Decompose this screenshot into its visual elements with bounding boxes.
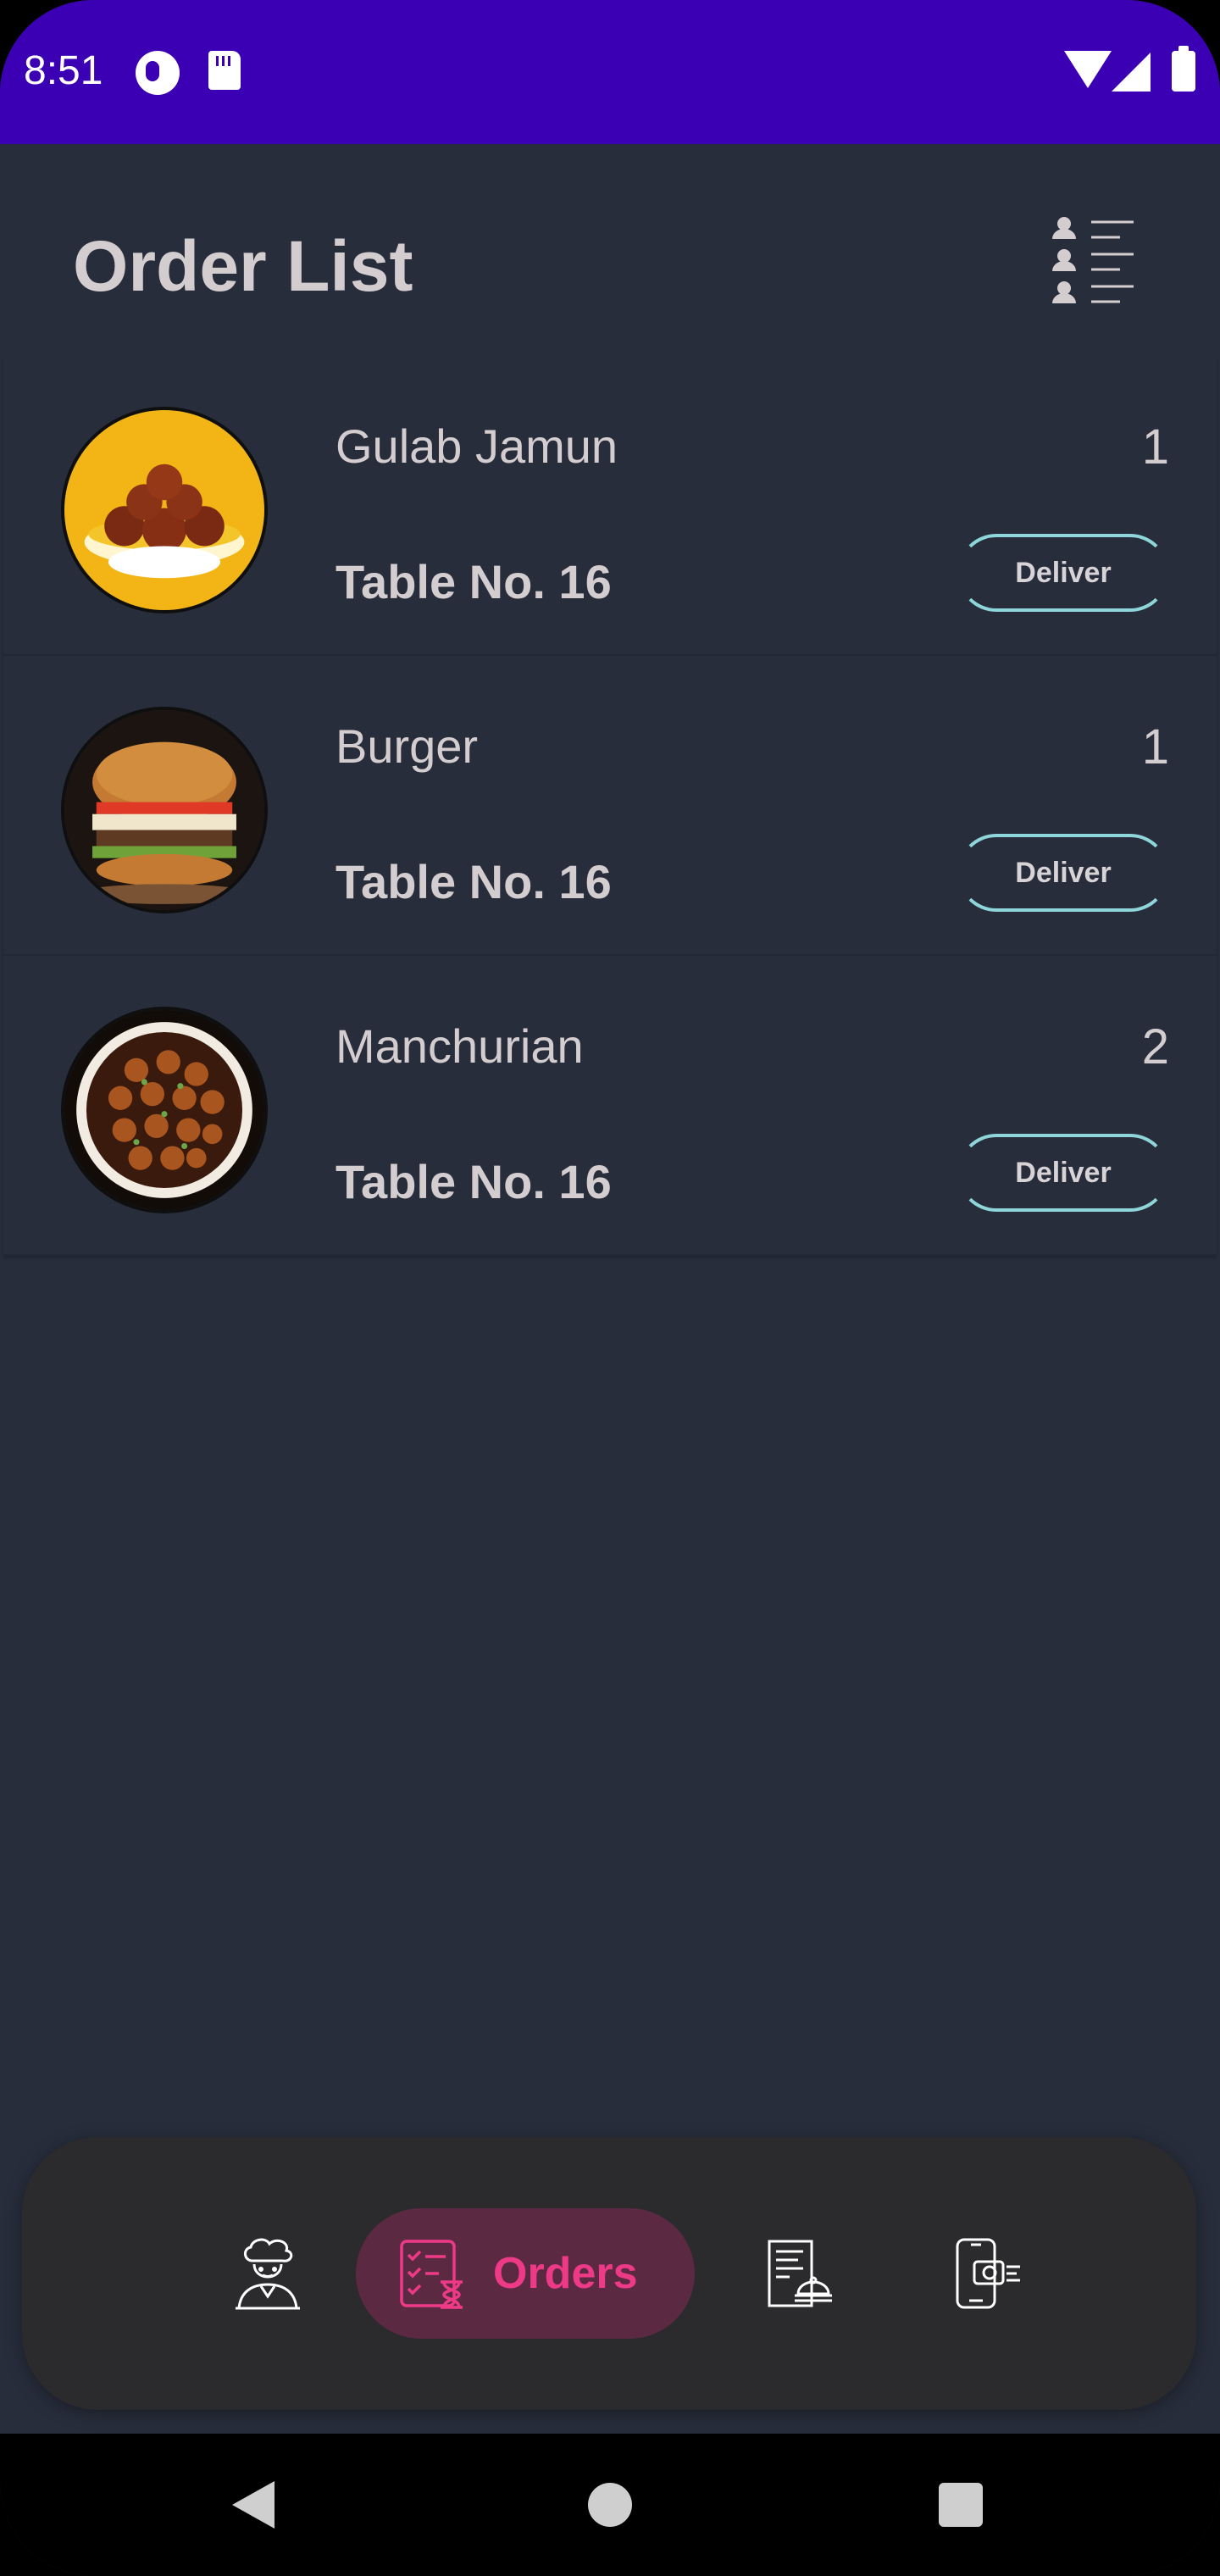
- orders-checklist-icon: [400, 2240, 463, 2309]
- device-screen: 8:51 Order List Gulab Jamun 1 Table No. …: [0, 0, 1220, 2576]
- cell-signal-icon: [1112, 53, 1151, 92]
- nav-item-menu[interactable]: [732, 2137, 868, 2410]
- manchurian-image: [61, 1007, 268, 1213]
- recent-apps-icon[interactable]: [939, 2483, 983, 2527]
- wifi-icon: [1064, 51, 1112, 88]
- deliver-button[interactable]: Deliver: [957, 1134, 1169, 1212]
- item-name: Manchurian: [336, 1019, 584, 1073]
- nav-item-payment[interactable]: [920, 2137, 1056, 2410]
- filter-button[interactable]: [1049, 212, 1142, 314]
- gulab-jamun-image: [61, 407, 268, 613]
- order-row[interactable]: Gulab Jamun 1 Table No. 16 Deliver: [3, 356, 1217, 656]
- system-navigation-bar: [0, 2434, 1220, 2576]
- nav-orders-label: Orders: [493, 2249, 638, 2298]
- table-number: Table No. 16: [336, 855, 612, 908]
- menu-card-icon: [768, 2240, 832, 2307]
- table-number: Table No. 16: [336, 1155, 612, 1208]
- order-list: Gulab Jamun 1 Table No. 16 Deliver Burge…: [0, 356, 1220, 1256]
- nav-item-orders[interactable]: Orders: [356, 2208, 695, 2339]
- nav-item-chef[interactable]: [203, 2137, 332, 2410]
- mobile-payment-icon: [956, 2238, 1020, 2309]
- table-number: Table No. 16: [336, 555, 612, 608]
- back-icon[interactable]: [232, 2481, 274, 2529]
- burger-image: [61, 707, 268, 913]
- deliver-button[interactable]: Deliver: [957, 834, 1169, 912]
- people-list-icon: [1052, 217, 1134, 303]
- status-bar: 8:51: [0, 0, 1220, 144]
- item-name: Burger: [336, 719, 479, 773]
- status-time: 8:51: [24, 48, 103, 93]
- bottom-navigation: Orders: [22, 2137, 1196, 2410]
- item-quantity: 1: [1141, 419, 1169, 475]
- item-name: Gulab Jamun: [336, 419, 618, 473]
- item-quantity: 2: [1141, 1019, 1169, 1074]
- sync-ring-icon: [136, 51, 180, 95]
- home-icon[interactable]: [588, 2483, 632, 2527]
- order-row[interactable]: Manchurian 2 Table No. 16 Deliver: [3, 956, 1217, 1256]
- chef-icon: [236, 2238, 300, 2310]
- item-quantity: 1: [1141, 719, 1169, 774]
- battery-icon: [1172, 46, 1195, 92]
- deliver-button[interactable]: Deliver: [957, 534, 1169, 612]
- page-title: Order List: [73, 226, 413, 306]
- sd-card-icon: [208, 51, 241, 90]
- order-row[interactable]: Burger 1 Table No. 16 Deliver: [3, 656, 1217, 956]
